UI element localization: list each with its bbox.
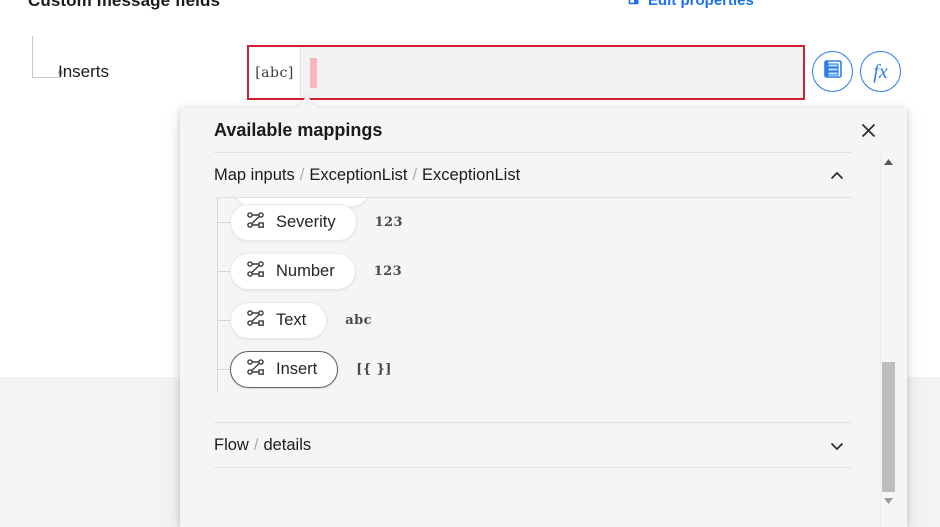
input-type-prefix: [abc] <box>249 47 301 98</box>
breadcrumb-separator: / <box>253 435 259 454</box>
mapping-node-icon <box>246 357 266 382</box>
list-item[interactable]: Insert [{ }] <box>214 345 880 394</box>
panel-scrollbar[interactable] <box>880 152 895 527</box>
edit-properties-label: Edit properties <box>648 0 754 9</box>
breadcrumb-segment: ExceptionList <box>422 165 521 184</box>
available-mappings-panel: Available mappings Map inputs / Exceptio… <box>180 108 907 527</box>
mapping-pill-text[interactable]: Text <box>230 302 328 339</box>
close-icon[interactable] <box>857 119 879 141</box>
chevron-up-icon[interactable] <box>826 165 848 187</box>
open-in-new-icon <box>628 0 642 9</box>
mapping-label: Insert <box>276 360 318 378</box>
scrollbar-thumb[interactable] <box>882 362 895 492</box>
breadcrumb-segment: details <box>263 435 312 454</box>
tree-connector-line <box>32 36 60 78</box>
page-title: Custom message fields <box>28 0 220 10</box>
mapping-pill-insert[interactable]: Insert <box>230 351 339 388</box>
mapping-pill-number[interactable]: Number <box>230 253 356 290</box>
tree-stub <box>217 369 230 371</box>
list-item[interactable]: Text abc <box>214 296 880 345</box>
mapping-label: Severity <box>276 213 336 231</box>
breadcrumb-segment: Flow <box>214 435 249 454</box>
callout-pointer <box>295 96 319 109</box>
type-badge: abc <box>345 313 372 328</box>
mapping-node-icon <box>246 210 266 235</box>
dynamic-content-button[interactable] <box>812 51 853 92</box>
type-badge: 123 <box>373 264 403 279</box>
list-item[interactable]: Number 123 <box>214 247 880 296</box>
type-badge: 123 <box>374 215 403 230</box>
mapping-label: Text <box>276 311 307 329</box>
breadcrumb-separator: / <box>299 165 305 184</box>
breadcrumb-segment: Map inputs <box>214 165 295 184</box>
type-badge: [{ }] <box>356 362 392 377</box>
mapping-node-icon <box>246 308 266 333</box>
breadcrumb-separator: / <box>412 165 418 184</box>
inserts-input-field[interactable]: [abc] <box>247 45 805 100</box>
mapping-list: Severity 123 Number 123 Text abc Insert … <box>214 198 880 414</box>
panel-header: Available mappings <box>180 108 907 152</box>
tree-stub <box>217 222 230 224</box>
chevron-down-icon[interactable] <box>826 435 848 457</box>
expression-fx-button[interactable]: fx <box>860 51 901 92</box>
mapping-node-icon <box>246 259 266 284</box>
section-header-map-inputs[interactable]: Map inputs / ExceptionList / ExceptionLi… <box>214 152 852 198</box>
list-item[interactable]: Severity 123 <box>214 198 880 247</box>
text-caret <box>310 57 317 88</box>
panel-title: Available mappings <box>214 119 383 140</box>
scroll-down-arrow-icon[interactable] <box>881 493 896 509</box>
panel-body: Map inputs / ExceptionList / ExceptionLi… <box>180 152 880 527</box>
scroll-up-arrow-icon[interactable] <box>881 154 896 170</box>
app-root: Custom message fields Edit properties In… <box>0 0 940 527</box>
tree-stub <box>217 320 230 322</box>
dynamic-content-list-icon <box>822 58 844 85</box>
input-text-area[interactable] <box>301 47 803 98</box>
mapping-pill-severity[interactable]: Severity <box>230 204 357 241</box>
fx-icon: fx <box>873 60 888 83</box>
mapping-label: Number <box>276 262 335 280</box>
section-header-flow-details[interactable]: Flow / details <box>214 422 852 468</box>
tree-stub <box>217 271 230 273</box>
breadcrumb-segment: ExceptionList <box>309 165 408 184</box>
edit-properties-link[interactable]: Edit properties <box>628 0 754 9</box>
field-row-label: Inserts <box>58 62 110 81</box>
